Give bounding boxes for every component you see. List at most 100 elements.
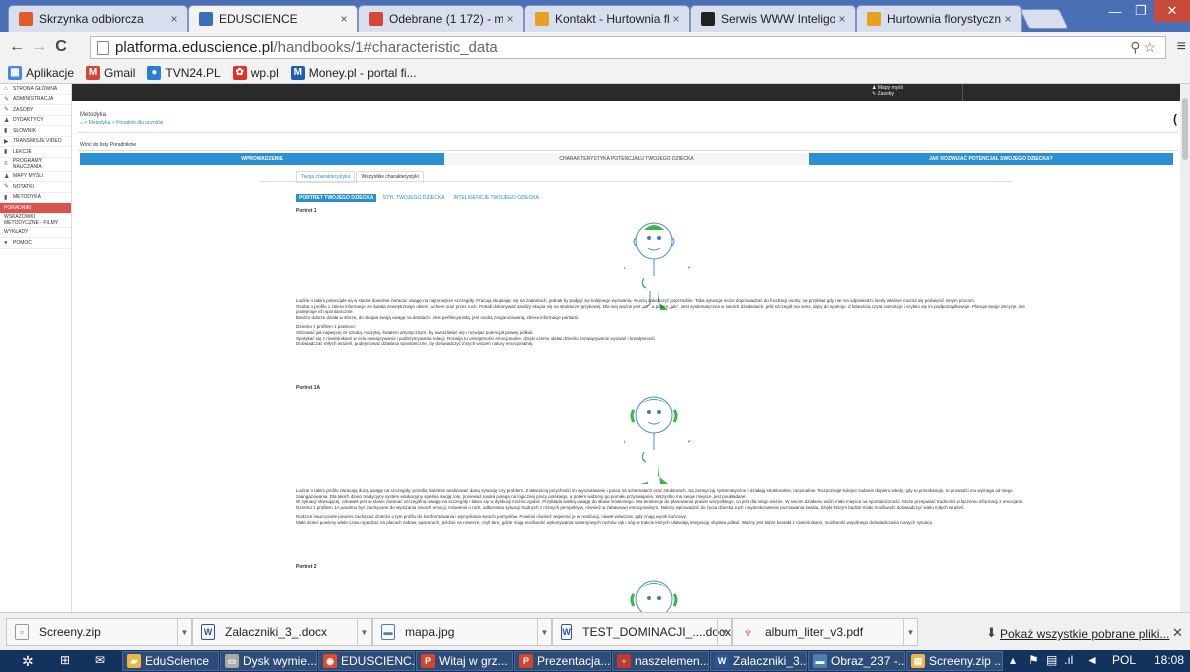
- taskbar-item[interactable]: P Prezentacja...: [514, 651, 611, 671]
- close-icon[interactable]: ✕: [1172, 625, 1183, 641]
- chevron-down-icon[interactable]: ▼: [177, 619, 191, 645]
- browser-tab[interactable]: Hurtownia florystyczna, H ×: [856, 5, 1022, 32]
- topbar-link-resources[interactable]: ✎ Zasoby: [872, 91, 903, 97]
- minimize-icon[interactable]: —: [1102, 0, 1128, 22]
- settings-gear-icon[interactable]: ✲: [22, 653, 34, 670]
- taskbar-item[interactable]: ♆ naszelemen...: [612, 651, 709, 671]
- reload-icon[interactable]: C: [50, 38, 72, 56]
- mail-icon[interactable]: ✉: [95, 653, 105, 667]
- sidebar-item[interactable]: ✎ Administracja: [0, 95, 71, 105]
- sidebar-item[interactable]: ≡ Programy nauczania: [0, 158, 71, 172]
- sidebar-item[interactable]: ⌂ Strona główna: [0, 84, 71, 95]
- side-tab-icon[interactable]: (: [1173, 112, 1177, 126]
- browser-tab[interactable]: Kontakt - Hurtownia flory ×: [524, 5, 690, 32]
- taskbar-item[interactable]: ◉ EDUSCIENC...: [318, 651, 415, 671]
- bookmark-tvn24[interactable]: ● TVN24.PL: [147, 65, 221, 80]
- chevron-down-icon[interactable]: ▼: [357, 619, 371, 645]
- portrait-2-heading: Portret 2: [296, 564, 317, 570]
- download-icon: ⬇: [986, 625, 997, 640]
- sidebar-item[interactable]: Wykłady: [0, 228, 71, 238]
- taskbar-item[interactable]: ▰ EduScience: [122, 651, 219, 671]
- gmail-icon: [369, 12, 383, 26]
- download-item[interactable]: ♆ album_liter_v3.pdf ▼: [732, 618, 918, 646]
- sidebar-item[interactable]: ▮ Słownik: [0, 126, 71, 137]
- taskbar-item[interactable]: ▭ Dysk wymie...: [220, 651, 317, 671]
- resources-icon: ✎: [4, 107, 10, 114]
- sidebar-item[interactable]: ✎ Zasoby: [0, 105, 71, 116]
- tab-introduction[interactable]: Wprowadzenie: [80, 153, 445, 165]
- maximize-icon[interactable]: ❐: [1128, 0, 1154, 22]
- window-close-icon[interactable]: ✕: [1154, 0, 1190, 22]
- show-all-downloads-link[interactable]: Pokaż wszystkie pobrane pliki...: [1000, 627, 1169, 641]
- chevron-down-icon[interactable]: ▼: [903, 619, 917, 645]
- zoom-star-icon[interactable]: ⚲☆: [1130, 39, 1159, 56]
- browser-tab[interactable]: Skrzynka odbiorcza ×: [8, 5, 188, 32]
- browser-tab[interactable]: Serwis WWW Inteligo ×: [690, 5, 856, 32]
- speaker-icon[interactable]: ◄: [1086, 653, 1098, 667]
- chevron-down-icon[interactable]: ▼: [717, 619, 731, 645]
- close-icon[interactable]: ×: [167, 12, 181, 26]
- taskbar-item[interactable]: ▬ Obraz_237 -...: [808, 651, 905, 671]
- browser-tab-active[interactable]: EDUSCIENCE ×: [188, 5, 358, 32]
- book-icon: ▮: [4, 128, 8, 135]
- close-icon[interactable]: ×: [337, 12, 351, 26]
- back-arrow-icon[interactable]: ←: [6, 38, 28, 56]
- taskbar-item[interactable]: P Witaj w grz...: [416, 651, 513, 671]
- sidebar-item[interactable]: ✎ Notatki: [0, 182, 71, 193]
- bookmark-wp[interactable]: ✿ wp.pl: [232, 65, 279, 80]
- language-indicator[interactable]: POL: [1112, 653, 1136, 667]
- menu-icon[interactable]: ≡: [1177, 38, 1186, 56]
- pill-intelligences[interactable]: Inteligencje Twojego dziecka: [450, 194, 541, 202]
- start-icon[interactable]: ⊞: [60, 653, 70, 667]
- clock[interactable]: 18:08: [1154, 653, 1184, 667]
- download-item[interactable]: ▬ mapa.jpg ▼: [372, 618, 552, 646]
- sidebar-item[interactable]: ▶ Transmisje video: [0, 137, 71, 147]
- page-scrollbar[interactable]: [1180, 84, 1190, 612]
- taskbar-item[interactable]: ▤ Screeny.zip ...: [906, 651, 1003, 671]
- chevron-up-icon[interactable]: ▴: [1010, 653, 1016, 667]
- apps-icon: ▦: [8, 65, 22, 80]
- sidebar-item[interactable]: Poradniki: [0, 203, 71, 214]
- pill-style[interactable]: Styl Twojego dziecka: [379, 194, 447, 202]
- sidebar-item[interactable]: ♟ Dydaktycy: [0, 116, 71, 126]
- taskbar-item[interactable]: W Zalaczniki_3...: [710, 651, 807, 671]
- sidebar-item[interactable]: ● Pomoc: [0, 238, 71, 249]
- downloads-bar: ▫ Screeny.zip ▼ W Zalaczniki_3_.docx ▼ ▬…: [0, 612, 1190, 650]
- close-icon[interactable]: ×: [669, 12, 683, 26]
- download-item[interactable]: W TEST_DOMINACJI_....docx ▼: [552, 618, 732, 646]
- network-icon[interactable]: ▤: [1046, 653, 1057, 667]
- sidebar-item-label: Programy nauczania: [12, 158, 42, 170]
- bookmark-apps[interactable]: ▦ Aplikacje: [8, 65, 74, 80]
- address-bar[interactable]: platforma.eduscience.pl/handbooks/1#char…: [90, 36, 1166, 59]
- sidebar-item-label: Pomoc: [13, 239, 32, 246]
- portrait-1-heading: Portret 1: [296, 208, 317, 214]
- page-icon: [97, 40, 109, 55]
- back-to-list-link[interactable]: Wróć do listy Poradników: [80, 142, 136, 148]
- bookmark-money[interactable]: M Money.pl - portal fi...: [290, 65, 417, 80]
- close-icon[interactable]: ×: [503, 12, 517, 26]
- mail-icon: [19, 12, 33, 26]
- sidebar-item[interactable]: ♟ Mapy myśli: [0, 172, 71, 182]
- chevron-down-icon[interactable]: ▼: [537, 619, 551, 645]
- signal-icon[interactable]: .ıl: [1064, 653, 1073, 667]
- download-item[interactable]: ▫ Screeny.zip ▼: [6, 618, 192, 646]
- new-tab-button[interactable]: [1019, 9, 1069, 29]
- flag-icon[interactable]: ⚑: [1028, 653, 1039, 667]
- bookmark-gmail[interactable]: M Gmail: [86, 65, 135, 80]
- sidebar-item[interactable]: Wskazówki metodyczne - filmy: [0, 214, 71, 228]
- tab-characteristic[interactable]: Charakterystyka potencjału Twojego dziec…: [444, 153, 809, 165]
- close-icon[interactable]: ×: [835, 12, 849, 26]
- download-item[interactable]: W Zalaczniki_3_.docx ▼: [192, 618, 372, 646]
- eduscience-icon: [199, 12, 213, 26]
- sidebar-item[interactable]: ▮ Metodyka: [0, 193, 71, 203]
- drive-icon: ▭: [225, 654, 239, 668]
- breadcrumb[interactable]: ⌂ > Metodyka > Poradnik dla uczniów: [80, 120, 163, 126]
- close-icon[interactable]: ×: [1001, 12, 1015, 26]
- right-label: P: [688, 439, 691, 444]
- tab-develop-potential[interactable]: Jak rozwijać potencjał Swojego dziecka?: [808, 153, 1173, 165]
- browser-tab[interactable]: Odebrane (1 172) - marta. ×: [358, 5, 524, 32]
- forward-arrow-icon[interactable]: →: [28, 38, 50, 56]
- sidebar-item[interactable]: ▮ Lekcje: [0, 147, 71, 158]
- pill-portrait[interactable]: Portret Twojego dziecka: [296, 194, 377, 202]
- scroll-thumb[interactable]: [1182, 98, 1188, 160]
